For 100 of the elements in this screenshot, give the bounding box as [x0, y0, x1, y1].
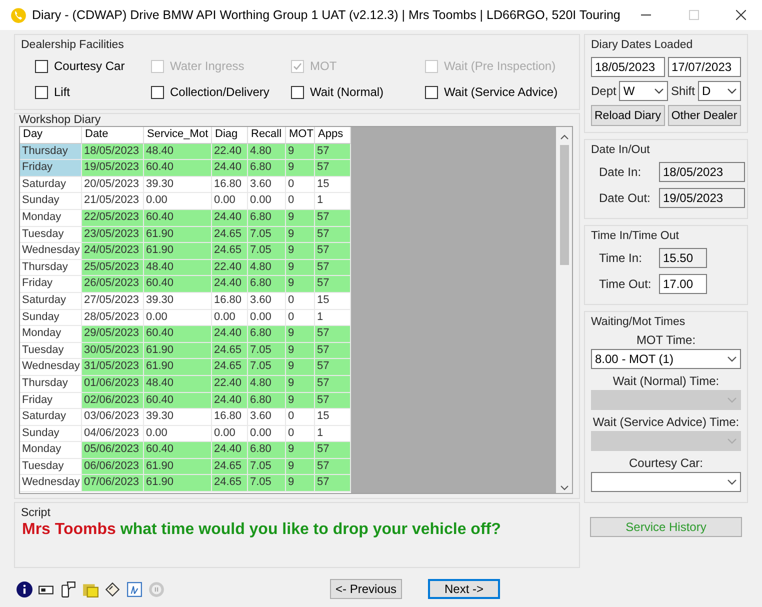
table-cell: 7.05 — [248, 458, 286, 476]
date-field[interactable]: 18/05/2023 — [591, 57, 664, 77]
table-cell: 0 — [286, 426, 315, 442]
table-cell: 07/06/2023 — [82, 475, 144, 492]
dropdown[interactable] — [591, 472, 741, 492]
table-cell: 24.65 — [212, 359, 248, 376]
table-cell: 48.40 — [144, 144, 212, 160]
table-cell: 57 — [315, 376, 351, 392]
table-cell: 39.30 — [144, 292, 212, 310]
table-cell: 06/06/2023 — [82, 458, 144, 476]
phone-icon[interactable] — [60, 580, 77, 598]
table-cell: 03/06/2023 — [82, 409, 144, 426]
table-cell: 39.30 — [144, 176, 212, 194]
table-cell: 61.90 — [144, 475, 212, 492]
table-cell: Wednesday — [20, 475, 82, 492]
table-cell: 9 — [286, 210, 315, 227]
column-header[interactable]: Recall — [248, 127, 286, 144]
field-label: Dept — [591, 84, 616, 98]
column-header[interactable]: Date — [82, 127, 144, 144]
table-cell: 7.05 — [248, 475, 286, 492]
table-cell: 9 — [286, 160, 315, 177]
panel-title: Date In/Out — [591, 144, 650, 156]
scroll-thumb[interactable] — [560, 145, 568, 265]
column-header[interactable]: Apps — [315, 127, 351, 144]
script-text: Mrs Toombs what time would you like to drop your vehicle off? — [21, 520, 502, 539]
date-field[interactable]: 17/07/2023 — [668, 57, 741, 77]
panel-title: Time In/Time Out — [591, 230, 679, 242]
panel-title: Dealership Facilities — [21, 39, 124, 51]
panel-title: Script — [21, 507, 50, 519]
panel-title: Workshop Diary — [19, 114, 102, 126]
column-header[interactable]: Service_Mot — [144, 127, 212, 144]
table-cell: 22.40 — [212, 376, 248, 392]
table-cell: Tuesday — [20, 226, 82, 244]
field-label: Date In: — [599, 165, 642, 179]
action-button[interactable]: Reload Diary — [591, 105, 664, 126]
panel-title: Waiting/Mot Times — [591, 316, 686, 328]
column-header[interactable]: Day — [20, 127, 82, 144]
table-cell: 21/05/2023 — [82, 193, 144, 210]
checkbox[interactable]: Lift — [35, 85, 151, 99]
scroll-up-icon[interactable] — [560, 134, 568, 140]
tag-icon[interactable] — [104, 580, 121, 598]
table-cell: 9 — [286, 392, 315, 410]
table-cell: Saturday — [20, 176, 82, 194]
text-field[interactable]: 19/05/2023 — [659, 188, 745, 208]
table-cell: 22/05/2023 — [82, 210, 144, 227]
text-field[interactable]: 17.00 — [659, 274, 707, 294]
check-icon — [293, 62, 302, 70]
shift-dropdown[interactable]: D — [698, 81, 741, 101]
scroll-down-icon[interactable] — [560, 485, 568, 491]
table-cell: 57 — [315, 392, 351, 410]
dept-dropdown[interactable]: W — [619, 81, 668, 101]
checkbox[interactable]: Courtesy Car — [35, 59, 151, 73]
table-cell: 6.80 — [248, 442, 286, 459]
table-cell: 39.30 — [144, 409, 212, 426]
table-cell: Saturday — [20, 292, 82, 310]
table-cell: 57 — [315, 442, 351, 459]
table-cell: 57 — [315, 260, 351, 276]
field-label: Wait (Normal) Time: — [612, 374, 720, 388]
scrollbar[interactable] — [556, 127, 572, 493]
field-label: MOT Time: — [635, 333, 697, 347]
column-header[interactable]: MOT — [286, 127, 315, 144]
text-field[interactable]: 18/05/2023 — [659, 162, 745, 182]
table-cell: Sunday — [20, 426, 82, 442]
table-cell: 9 — [286, 458, 315, 476]
next-button[interactable]: Next -> — [428, 579, 500, 599]
table-cell: 3.60 — [248, 292, 286, 310]
table-cell: Friday — [20, 276, 82, 293]
table-cell: 24.40 — [212, 160, 248, 177]
info-icon[interactable] — [16, 580, 33, 598]
previous-button[interactable]: <- Previous — [330, 579, 402, 599]
table-cell: 9 — [286, 359, 315, 376]
document-icon[interactable] — [126, 580, 143, 598]
text-field[interactable]: 15.50 — [659, 248, 707, 268]
table-cell: Friday — [20, 160, 82, 177]
table-cell: 19/05/2023 — [82, 160, 144, 177]
table-cell: 57 — [315, 458, 351, 476]
table-cell: 57 — [315, 326, 351, 343]
table-cell: 9 — [286, 342, 315, 360]
table-cell: 61.90 — [144, 243, 212, 260]
close-icon[interactable] — [736, 10, 746, 20]
table-cell: 1 — [315, 193, 351, 210]
phone-icon — [10, 6, 27, 24]
table-cell: 0.00 — [212, 426, 248, 442]
column-header[interactable]: Diag — [212, 127, 248, 144]
checkbox[interactable]: Collection/Delivery — [151, 85, 291, 99]
table-cell: 0.00 — [212, 193, 248, 210]
table-cell: 9 — [286, 144, 315, 160]
table-cell: 48.40 — [144, 376, 212, 392]
table-cell: 0.00 — [248, 426, 286, 442]
table-cell: 15 — [315, 292, 351, 310]
table-cell: 22.40 — [212, 260, 248, 276]
field-label: Wait (Service Advice) Time: — [592, 415, 740, 429]
table-cell: 0 — [286, 409, 315, 426]
checkbox[interactable]: Wait (Service Advice) — [425, 85, 565, 99]
table-cell: 57 — [315, 144, 351, 160]
dropdown[interactable]: 8.00 - MOT (1) — [591, 349, 741, 369]
action-button[interactable]: Other Dealer — [668, 105, 741, 126]
table-cell: 27/05/2023 — [82, 292, 144, 310]
table-cell: Tuesday — [20, 342, 82, 360]
checkbox[interactable]: Wait (Normal) — [291, 85, 425, 99]
